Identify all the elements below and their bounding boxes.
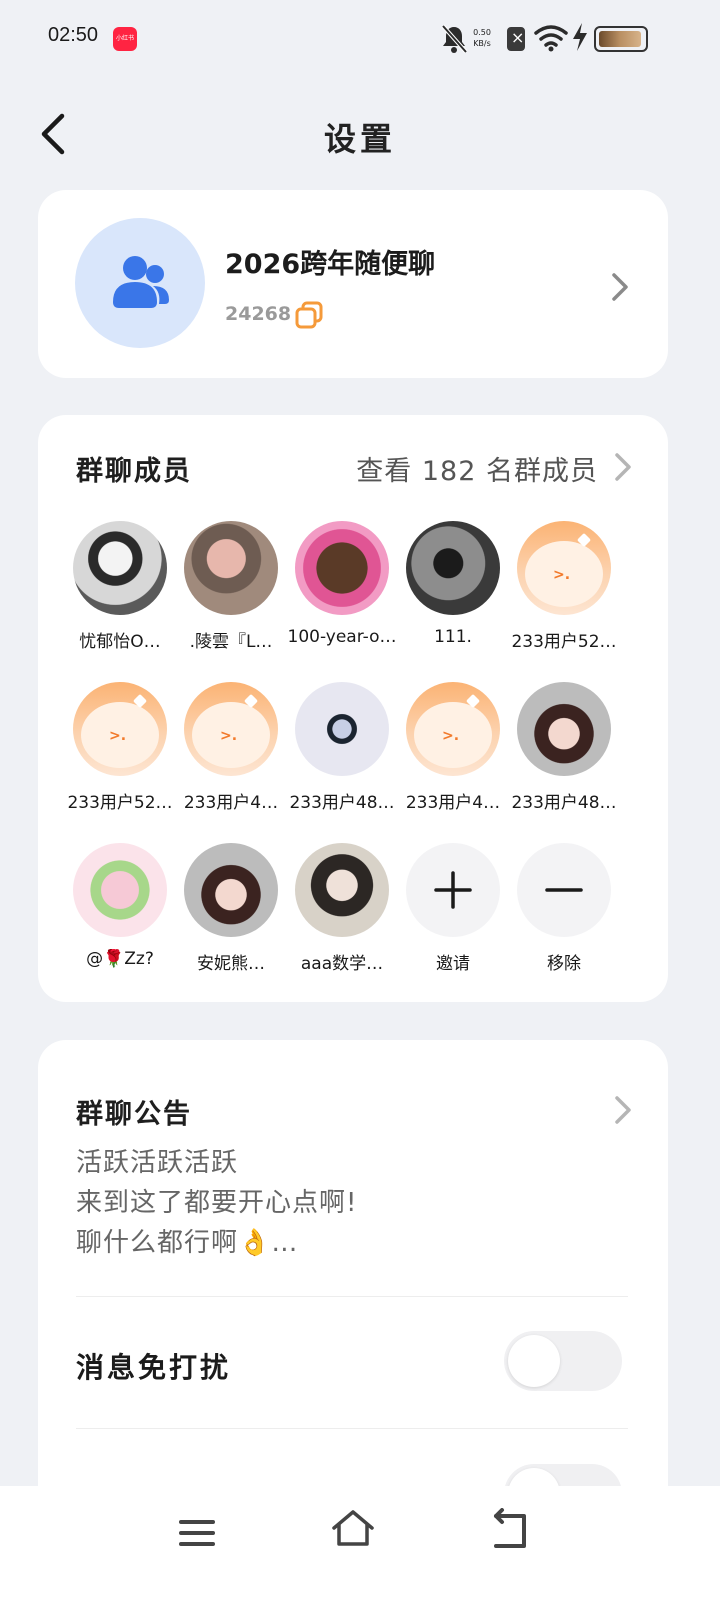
notice-title: 群聊公告 — [76, 1099, 192, 1130]
member-avatar — [73, 521, 167, 615]
member-avatar: >. — [184, 682, 278, 776]
member-item[interactable]: >. 233用户52… — [65, 682, 175, 813]
member-item[interactable]: >. 233用户4… — [176, 682, 286, 813]
back-icon[interactable] — [488, 1508, 532, 1552]
members-title: 群聊成员 — [76, 456, 192, 487]
member-avatar: >. — [517, 521, 611, 615]
member-item[interactable]: 233用户48… — [287, 682, 397, 813]
page-title: 设置 — [323, 120, 396, 158]
member-name: 100-year-o… — [287, 627, 397, 647]
member-item[interactable]: .陵雲『L… — [176, 521, 286, 652]
member-name: 233用户52… — [511, 632, 617, 652]
notice-line: 活跃活跃活跃 — [76, 1148, 239, 1178]
group-name: 2026跨年随便聊 — [225, 249, 436, 280]
system-nav-bar — [0, 1486, 720, 1600]
chevron-right-icon — [615, 1096, 631, 1124]
minus-icon — [545, 888, 583, 892]
divider — [76, 1428, 628, 1429]
network-speed-unit: KB/s — [473, 39, 491, 48]
chevron-right-icon[interactable] — [612, 451, 634, 483]
network-speed-value: 0.50 — [473, 28, 491, 37]
status-time: 02:50 — [48, 24, 99, 46]
battery-icon — [594, 26, 648, 52]
member-name: 忧郁怡O… — [79, 632, 161, 652]
remove-label: 移除 — [547, 954, 581, 974]
home-icon[interactable] — [330, 1506, 376, 1552]
member-name: 233用户48… — [289, 793, 395, 813]
charging-bolt-icon — [573, 23, 587, 51]
member-item[interactable]: 233用户48… — [509, 682, 619, 813]
member-avatar — [73, 843, 167, 937]
member-avatar: >. — [406, 682, 500, 776]
sim-off-icon — [507, 27, 525, 51]
invite-label: 邀请 — [436, 954, 470, 974]
member-item[interactable]: 111. — [398, 521, 508, 647]
member-name: aaa数学… — [300, 954, 384, 974]
member-avatar — [406, 521, 500, 615]
wifi-icon — [534, 25, 568, 52]
member-item[interactable]: >. 233用户4… — [398, 682, 508, 813]
member-name: 233用户48… — [511, 793, 617, 813]
network-speed: 0.50 KB/s — [468, 27, 496, 49]
mute-toggle[interactable] — [504, 1331, 622, 1391]
battery-level — [599, 31, 641, 47]
divider — [76, 1296, 628, 1297]
member-avatar — [517, 682, 611, 776]
app-notification-icon: 小红书 — [113, 27, 137, 51]
member-name: 233用户4… — [405, 793, 501, 813]
member-item[interactable]: aaa数学… — [287, 843, 397, 974]
member-avatar — [295, 843, 389, 937]
members-card: 群聊成员 查看 182 名群成员 忧郁怡O… .陵雲『L… 100-year-o… — [38, 415, 668, 1002]
member-item[interactable]: >. 233用户52… — [509, 521, 619, 652]
group-info-card[interactable]: 2026跨年随便聊 24268 — [38, 190, 668, 378]
member-avatar — [295, 682, 389, 776]
notice-line: 聊什么都行啊👌… — [76, 1228, 299, 1258]
member-item[interactable]: 安妮熊… — [176, 843, 286, 974]
member-item[interactable]: 100-year-o… — [287, 521, 397, 647]
chevron-right-icon — [612, 273, 628, 301]
copy-icon[interactable] — [294, 300, 324, 330]
remove-icon-circle — [517, 843, 611, 937]
member-name: .陵雲『L… — [189, 632, 273, 652]
member-avatar — [184, 843, 278, 937]
notice-line: 来到这了都要开心点啊! — [76, 1188, 358, 1218]
member-name: 233用户52… — [67, 793, 173, 813]
menu-icon[interactable] — [178, 1514, 216, 1552]
group-people-icon — [113, 256, 169, 308]
group-id: 24268 — [225, 303, 292, 325]
status-bar: 02:50 小红书 0.50 KB/s — [0, 0, 720, 80]
member-name: @🌹Zz? — [86, 949, 154, 969]
member-name: 233用户4… — [183, 793, 279, 813]
member-name: 安妮熊… — [197, 954, 265, 974]
bell-muted-icon — [441, 24, 468, 54]
mute-label: 消息免打扰 — [76, 1351, 232, 1384]
member-avatar — [184, 521, 278, 615]
group-avatar — [75, 218, 205, 348]
view-all-members-link[interactable]: 查看 182 名群成员 — [356, 449, 598, 488]
member-item[interactable]: 忧郁怡O… — [65, 521, 175, 652]
add-icon-circle — [406, 843, 500, 937]
toggle-knob — [508, 1335, 560, 1387]
member-item[interactable]: @🌹Zz? — [65, 843, 175, 969]
invite-member-button[interactable]: 邀请 — [398, 843, 508, 974]
member-avatar: >. — [73, 682, 167, 776]
member-avatar — [295, 521, 389, 615]
remove-member-button[interactable]: 移除 — [509, 843, 619, 974]
plus-icon — [434, 871, 472, 909]
member-name: 111. — [434, 627, 472, 647]
